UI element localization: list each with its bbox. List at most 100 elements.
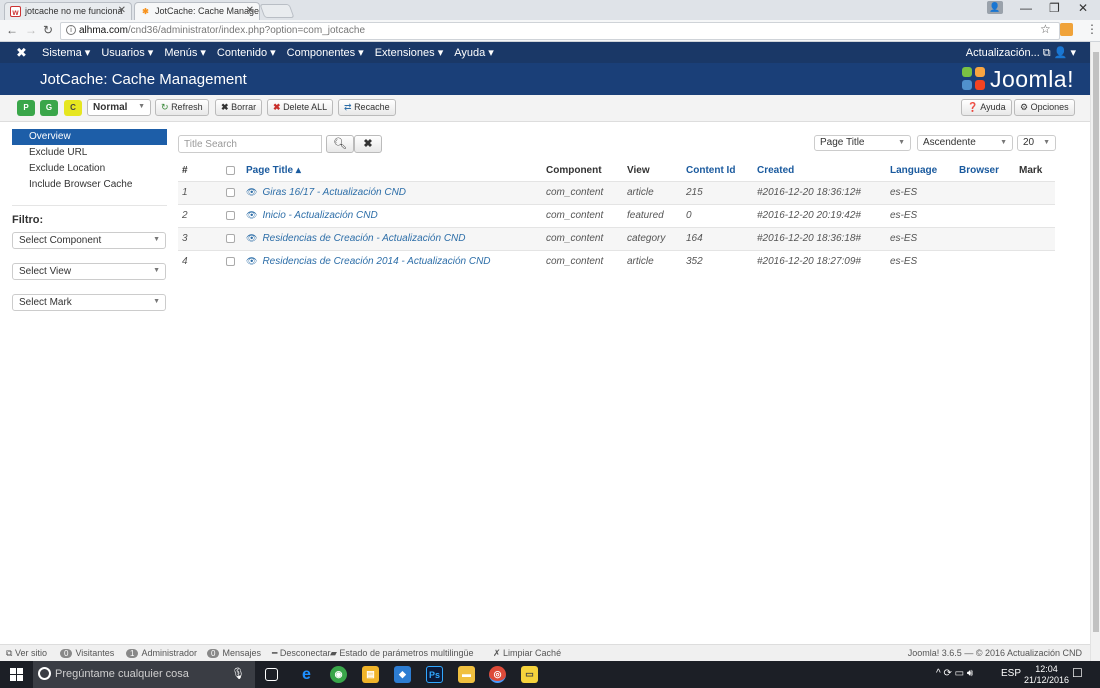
eye-icon[interactable]: 👁 xyxy=(246,233,257,243)
app-bird-icon[interactable]: ◆ xyxy=(394,666,411,683)
ver-sitio-link[interactable]: ⧉ Ver sitio xyxy=(6,648,47,659)
system-tray-icons[interactable]: ^ ⟳ ▭ 🔊︎ xyxy=(936,668,973,679)
taskbar-clock[interactable]: 12:04 21/12/2016 xyxy=(1024,664,1069,686)
photoshop-icon[interactable]: Ps xyxy=(426,666,443,683)
opciones-button[interactable]: ⚙ Opciones xyxy=(1014,99,1075,116)
folder-icon[interactable]: ▬ xyxy=(458,666,475,683)
row-title-link[interactable]: Giras 16/17 - Actualización CND xyxy=(262,187,406,198)
p-mode-button[interactable]: P xyxy=(17,100,35,116)
select-all-checkbox[interactable] xyxy=(226,165,235,175)
browser-tab-cache-management[interactable]: ✱ JotCache: Cache Manage ✕ xyxy=(134,2,260,20)
version-info: Joomla! 3.6.5 — © 2016 Actualización CND xyxy=(907,648,1082,658)
eye-icon[interactable]: 👁 xyxy=(246,256,257,266)
col-browser[interactable]: Browser xyxy=(955,160,1015,181)
forward-icon[interactable]: → xyxy=(25,23,37,37)
sidebar-item-overview[interactable]: Overview xyxy=(12,129,167,145)
row-title-link[interactable]: Residencias de Creación - Actualización … xyxy=(262,233,465,244)
row-checkbox-cell[interactable] xyxy=(222,226,242,250)
menu-ayuda[interactable]: Ayuda ▾ xyxy=(454,46,494,59)
sidebar-item-exclude-location[interactable]: Exclude Location xyxy=(12,161,167,177)
scrollbar-thumb[interactable] xyxy=(1093,52,1099,632)
title-search-input[interactable]: Title Search xyxy=(178,135,322,153)
page-title: JotCache: Cache Management xyxy=(40,71,247,88)
reload-icon[interactable]: ↻ xyxy=(43,23,53,37)
clear-search-button[interactable]: ✖ xyxy=(354,135,382,153)
menu-menus[interactable]: Menús ▾ xyxy=(164,46,206,59)
row-checkbox-cell[interactable] xyxy=(222,249,242,273)
site-and-user-menu[interactable]: Actualización... ⧉ 👤 ▾ xyxy=(966,46,1076,60)
row-checkbox[interactable] xyxy=(226,257,235,267)
sticky-notes-icon[interactable]: ▭ xyxy=(521,666,538,683)
delete-all-button[interactable]: ✖ Delete ALL xyxy=(267,99,334,116)
close-window-icon[interactable]: ✕ xyxy=(1078,1,1088,15)
select-component-dropdown[interactable]: Select Component ▼ xyxy=(12,232,166,249)
app-globe-icon[interactable]: ◉ xyxy=(330,666,347,683)
row-checkbox[interactable] xyxy=(226,210,235,220)
joomla-mini-logo-icon[interactable]: ✖ xyxy=(16,45,27,61)
row-checkbox-cell[interactable] xyxy=(222,180,242,204)
mensajes-link[interactable]: 0 Mensajes xyxy=(207,648,261,658)
menu-componentes[interactable]: Componentes ▾ xyxy=(287,46,364,59)
close-tab-icon[interactable]: ✕ xyxy=(246,5,254,16)
multilingual-status-link[interactable]: ▰ Estado de parámetros multilingüe xyxy=(330,648,474,659)
col-select-all[interactable] xyxy=(222,160,242,181)
language-indicator[interactable]: ESP xyxy=(1001,668,1021,679)
select-mark-dropdown[interactable]: Select Mark ▼ xyxy=(12,294,166,311)
col-created[interactable]: Created xyxy=(753,160,886,181)
col-content-id[interactable]: Content Id xyxy=(682,160,753,181)
borrar-button[interactable]: ✖ Borrar xyxy=(215,99,263,116)
microphone-icon[interactable]: 🎙︎ xyxy=(231,667,245,680)
windows-start-icon[interactable] xyxy=(10,668,24,681)
recache-button[interactable]: ⇄ Recache xyxy=(338,99,396,116)
back-icon[interactable]: ← xyxy=(6,23,18,37)
recache-label: Recache xyxy=(354,102,390,112)
info-icon[interactable]: i xyxy=(66,25,76,35)
sidebar-item-include-browser-cache[interactable]: Include Browser Cache xyxy=(12,177,167,193)
bookmark-star-icon[interactable]: ☆ xyxy=(1040,22,1051,36)
desconectar-link[interactable]: ━ Desconectar xyxy=(272,648,330,659)
sidebar-item-exclude-url[interactable]: Exclude URL xyxy=(12,145,167,161)
ayuda-button[interactable]: ❓ Ayuda xyxy=(961,99,1012,116)
menu-sistema[interactable]: Sistema ▾ xyxy=(42,46,90,59)
row-title-link[interactable]: Residencias de Creación 2014 - Actualiza… xyxy=(262,256,490,267)
page-scrollbar[interactable] xyxy=(1090,42,1100,661)
select-view-dropdown[interactable]: Select View ▼ xyxy=(12,263,166,280)
sort-direction-select[interactable]: Ascendente ▼ xyxy=(917,135,1013,151)
limit-select[interactable]: 20 ▼ xyxy=(1017,135,1056,151)
url-input[interactable]: i alhma.com/cnd36/administrator/index.ph… xyxy=(60,22,1060,40)
url-path: /cnd36/administrator/index.php?option=co… xyxy=(127,25,366,36)
row-checkbox-cell[interactable] xyxy=(222,203,242,227)
eye-icon[interactable]: 👁 xyxy=(246,187,257,197)
browser-menu-icon[interactable]: ⋮ xyxy=(1086,22,1098,36)
extension-icon[interactable] xyxy=(1060,23,1073,36)
file-explorer-icon[interactable]: ▤ xyxy=(362,666,379,683)
mode-select-value: Normal xyxy=(93,102,128,113)
menu-extensiones[interactable]: Extensiones ▾ xyxy=(375,46,444,59)
sort-field-select[interactable]: Page Title ▼ xyxy=(814,135,911,151)
limpiar-cache-link[interactable]: ✗ Limpiar Caché xyxy=(493,648,561,659)
refresh-button[interactable]: ↻ Refresh xyxy=(155,99,209,116)
user-profile-icon[interactable]: 👤 xyxy=(987,1,1003,14)
c-mode-button[interactable]: C xyxy=(64,100,82,116)
g-mode-button[interactable]: G xyxy=(40,100,58,116)
menu-usuarios[interactable]: Usuarios ▾ xyxy=(101,46,153,59)
row-checkbox[interactable] xyxy=(226,187,235,197)
menu-contenido[interactable]: Contenido ▾ xyxy=(217,46,276,59)
row-checkbox[interactable] xyxy=(226,233,235,243)
eye-icon[interactable]: 👁 xyxy=(246,210,257,220)
browser-tab-jotcache[interactable]: w jotcache no me funciona ✕ xyxy=(4,2,132,20)
row-title-link[interactable]: Inicio - Actualización CND xyxy=(262,210,377,221)
maximize-icon[interactable]: ❐ xyxy=(1049,1,1060,15)
edge-icon[interactable]: e xyxy=(298,666,315,683)
close-tab-icon[interactable]: ✕ xyxy=(118,5,126,16)
notifications-icon[interactable]: ☐ xyxy=(1072,666,1083,680)
taskbar-search-input[interactable]: Pregúntame cualquier cosa 🎙︎ xyxy=(33,661,255,688)
search-button[interactable]: 🔍︎ xyxy=(326,135,354,153)
chrome-icon[interactable]: ◎ xyxy=(489,666,506,683)
new-tab-button[interactable] xyxy=(259,4,295,18)
col-language[interactable]: Language xyxy=(886,160,955,181)
mode-select[interactable]: Normal ▼ xyxy=(87,99,151,116)
minimize-icon[interactable]: — xyxy=(1020,1,1032,15)
task-view-icon[interactable] xyxy=(265,668,278,681)
col-page-title[interactable]: Page Title ▴ xyxy=(242,160,542,181)
